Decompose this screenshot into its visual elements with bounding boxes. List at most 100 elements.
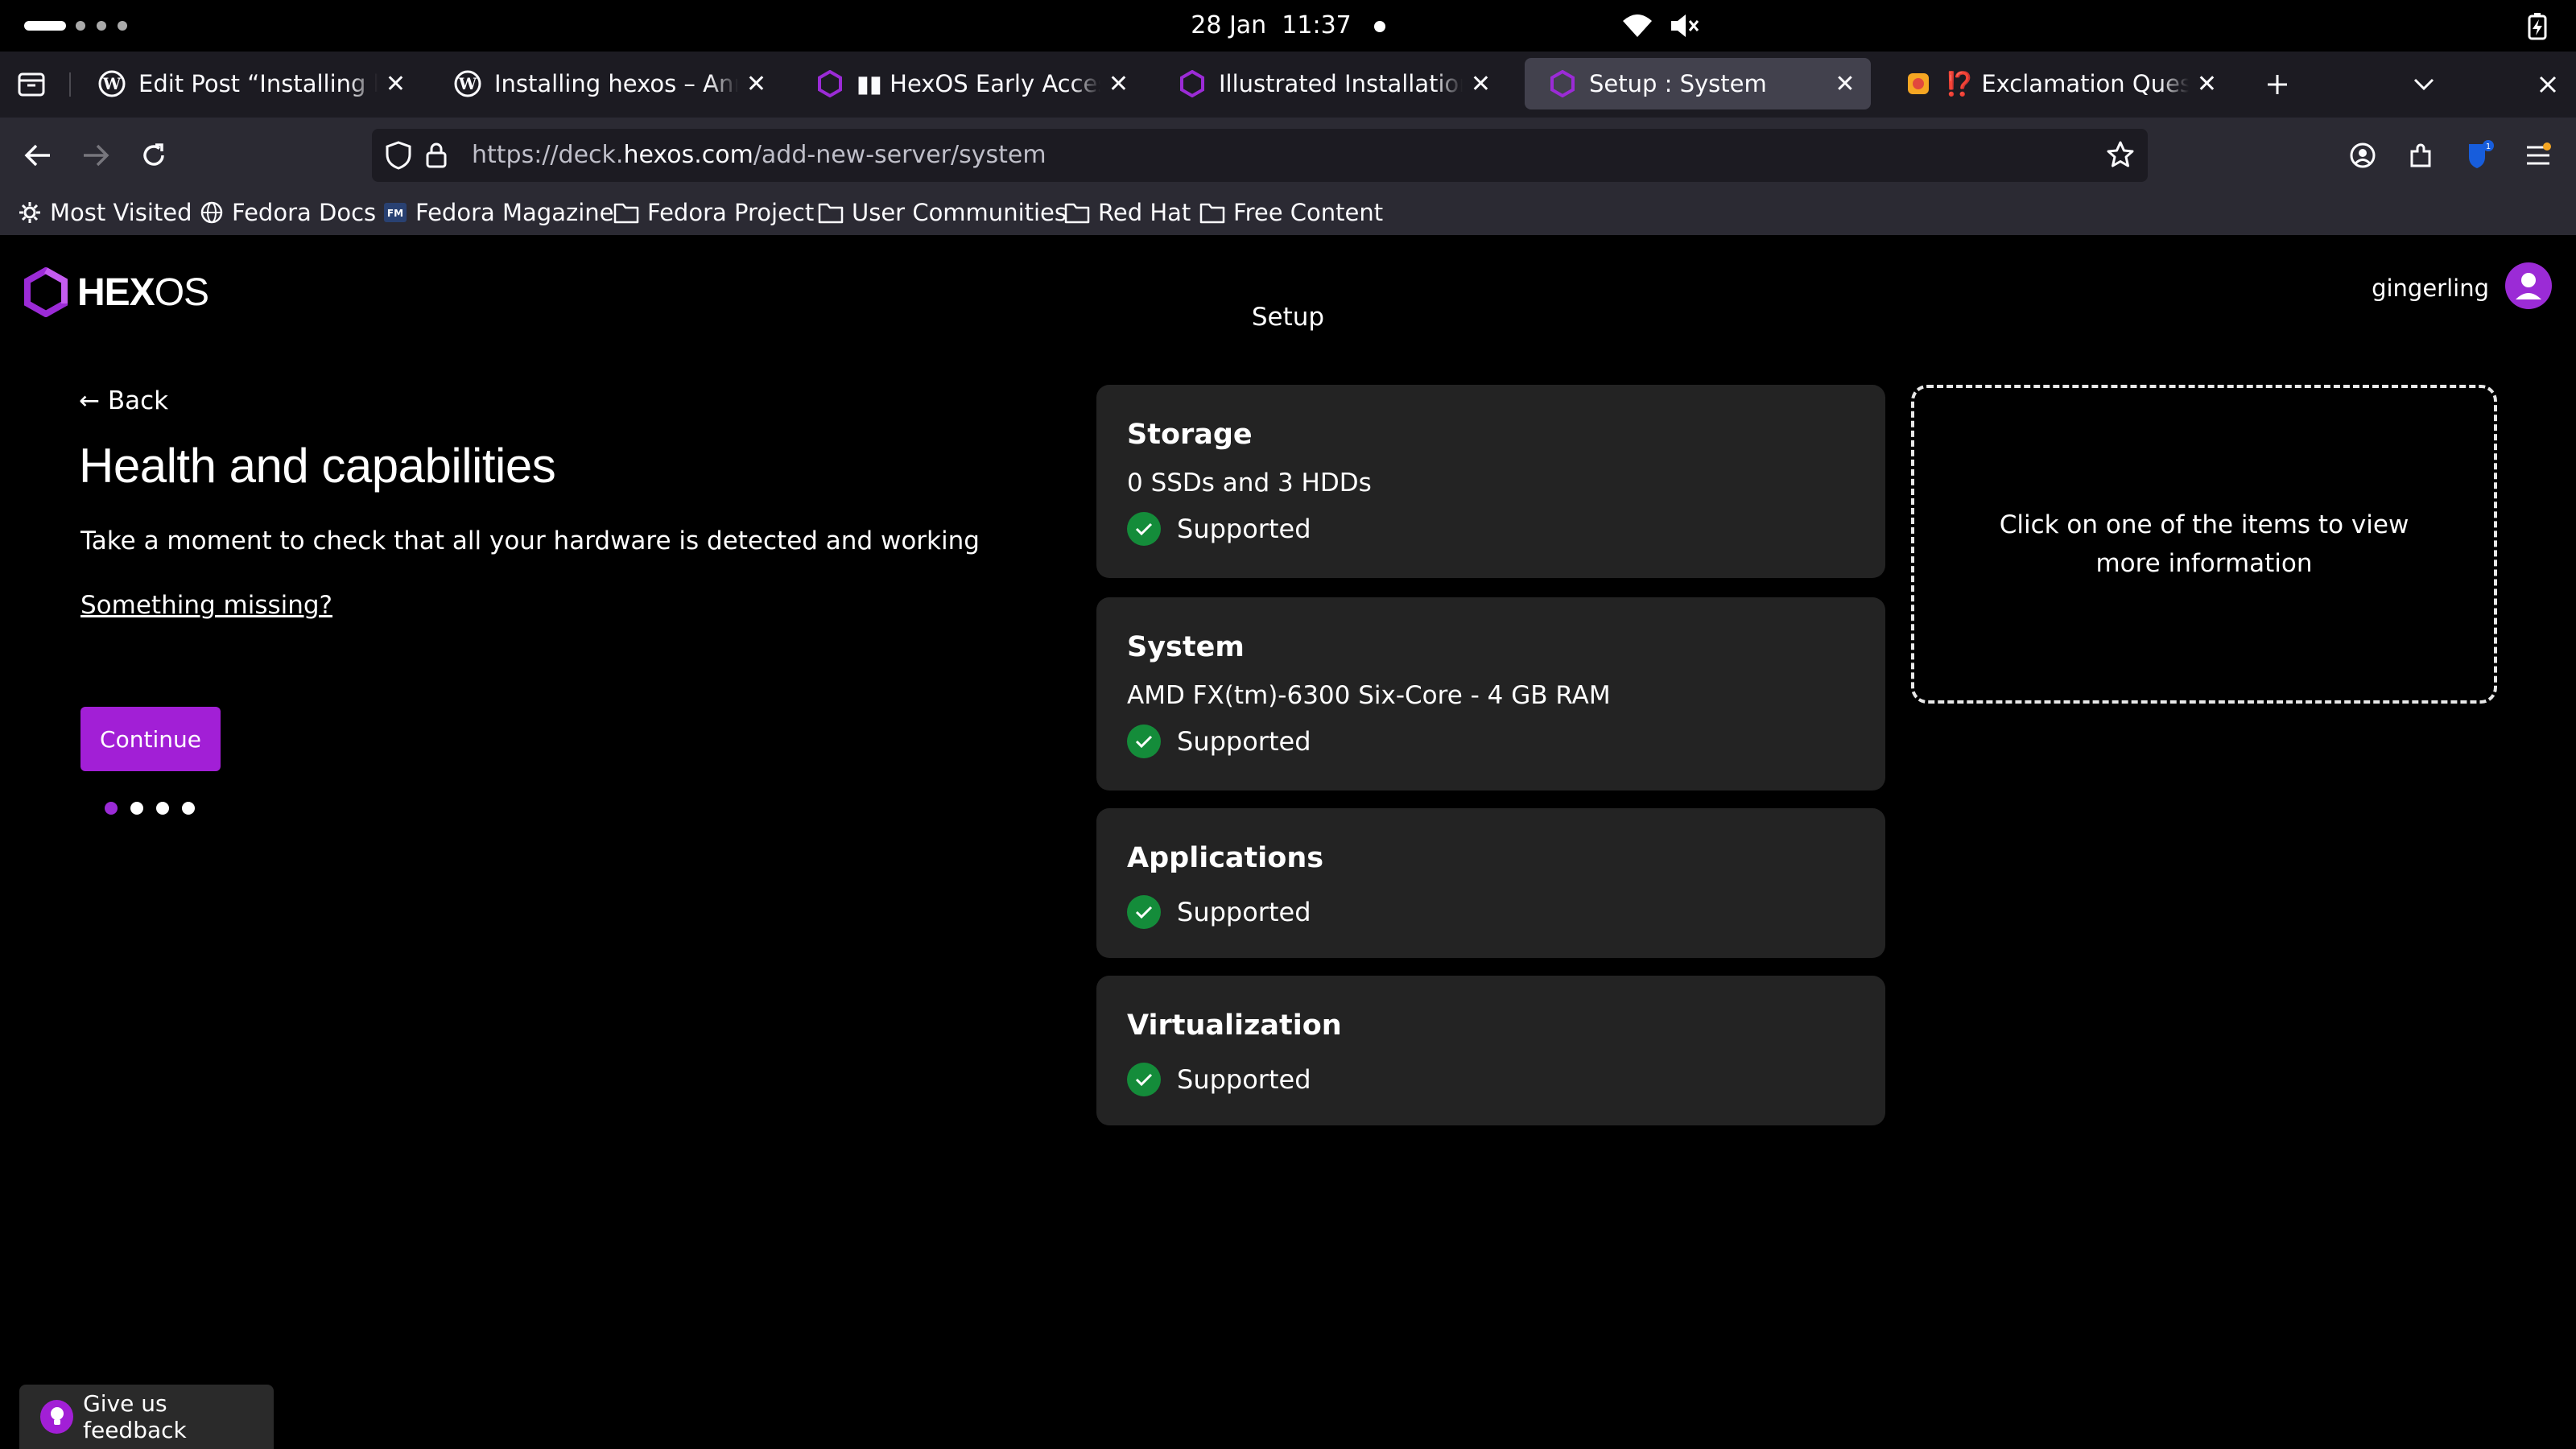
- bookmark-label: Most Visited: [50, 199, 192, 226]
- hexos-icon: [816, 70, 844, 97]
- wordpress-icon: W: [98, 70, 126, 97]
- wordpress-icon: W: [454, 70, 481, 97]
- reload-icon[interactable]: [132, 134, 175, 177]
- section-description: Take a moment to check that all your har…: [80, 526, 980, 555]
- tab-installing-hexos[interactable]: W Installing hexos – Anna F ✕: [430, 58, 781, 109]
- tab-title: Installing hexos – Anna F: [494, 70, 738, 97]
- card-title: System: [1127, 631, 1245, 663]
- avatar[interactable]: [2505, 262, 2552, 309]
- url-host: hexos.com: [623, 141, 753, 169]
- emoji-icon: [1905, 70, 1932, 97]
- status-badge: Supported: [1127, 1061, 1311, 1098]
- volume-muted-icon[interactable]: [1668, 11, 1700, 40]
- tab-edit-post[interactable]: W Edit Post “Installing hexos ✕: [74, 58, 420, 109]
- tab-title: Illustrated Installation Gu: [1219, 70, 1463, 97]
- step-indicator-dot: [182, 802, 195, 815]
- close-tab-icon[interactable]: ✕: [386, 70, 406, 98]
- close-window-icon[interactable]: [2526, 63, 2570, 106]
- bookmark-label: Fedora Magazine: [415, 199, 614, 226]
- status-text: Supported: [1177, 897, 1311, 927]
- globe-icon: [200, 201, 223, 224]
- card-title: Virtualization: [1127, 1009, 1342, 1042]
- check-icon: [1127, 1063, 1161, 1096]
- folder-icon: [1199, 203, 1225, 224]
- status-text: Supported: [1177, 726, 1311, 757]
- close-tab-icon[interactable]: ✕: [1108, 70, 1129, 98]
- hexos-icon: [1179, 70, 1206, 97]
- url-text[interactable]: https://deck.hexos.com/add-new-server/sy…: [472, 129, 1046, 182]
- tab-strip: W Edit Post “Installing hexos ✕ W Instal…: [0, 52, 2576, 118]
- storage-card[interactable]: Storage 0 SSDs and 3 HDDs Supported: [1096, 385, 1885, 578]
- back-link[interactable]: ← Back: [79, 386, 168, 415]
- section-heading: Health and capabilities: [79, 439, 556, 493]
- url-prefix: https://deck.: [472, 141, 624, 169]
- forward-arrow-icon[interactable]: [74, 134, 118, 177]
- bitwarden-extension-icon[interactable]: 1: [2457, 134, 2500, 177]
- extensions-icon[interactable]: [2399, 134, 2442, 177]
- bookmark-label: Free Content: [1233, 199, 1384, 226]
- bookmark-fedora-docs[interactable]: Fedora Docs: [200, 193, 376, 232]
- close-tab-icon[interactable]: ✕: [746, 70, 766, 98]
- bookmark-star-icon[interactable]: [2106, 140, 2135, 172]
- app-menu-icon[interactable]: [2516, 134, 2560, 177]
- tab-exclamation-question[interactable]: ⁉️ Exclamation Question ✕: [1880, 58, 2231, 109]
- bookmark-label: User Communities: [852, 199, 1067, 226]
- clock[interactable]: 28 Jan 11:37: [0, 0, 2576, 52]
- step-indicator-dot: [156, 802, 169, 815]
- lock-icon[interactable]: [425, 142, 448, 172]
- url-bar[interactable]: https://deck.hexos.com/add-new-server/sy…: [372, 129, 2148, 182]
- tab-title: ▮▮ HexOS Early Access Pr: [857, 70, 1100, 97]
- clock-date: 28 Jan: [1191, 11, 1267, 39]
- close-tab-icon[interactable]: ✕: [1834, 70, 1856, 98]
- applications-card[interactable]: Applications Supported: [1096, 808, 1885, 958]
- tab-hexos-early-access[interactable]: ▮▮ HexOS Early Access Pr ✕: [792, 58, 1143, 109]
- svg-text:1: 1: [2486, 142, 2491, 151]
- bookmark-red-hat[interactable]: Red Hat: [1064, 193, 1191, 232]
- back-arrow-icon[interactable]: [16, 134, 60, 177]
- status-badge: Supported: [1127, 894, 1311, 931]
- feedback-button[interactable]: Give us feedback: [19, 1385, 274, 1449]
- feedback-label: Give us feedback: [83, 1390, 187, 1443]
- bookmark-label: Red Hat: [1098, 199, 1191, 226]
- step-indicator-dot: [105, 802, 118, 815]
- status-badge: Supported: [1127, 510, 1311, 547]
- bookmark-user-communities[interactable]: User Communities: [818, 193, 1067, 232]
- something-missing-link[interactable]: Something missing?: [80, 591, 332, 620]
- account-icon[interactable]: [2341, 134, 2384, 177]
- system-card[interactable]: System AMD FX(tm)-6300 Six-Core - 4 GB R…: [1096, 597, 1885, 791]
- continue-button[interactable]: Continue: [80, 707, 221, 771]
- page-title: Setup: [1251, 303, 1325, 332]
- status-text: Supported: [1177, 1064, 1311, 1095]
- battery-icon[interactable]: [2524, 11, 2557, 40]
- tab-title: Setup : System: [1589, 70, 1767, 97]
- svg-text:W: W: [458, 74, 477, 93]
- info-panel-text: Click on one of the items to view more i…: [1999, 510, 2409, 578]
- username[interactable]: gingerling: [2372, 272, 2489, 304]
- bookmark-free-content[interactable]: Free Content: [1199, 193, 1383, 232]
- virtualization-card[interactable]: Virtualization Supported: [1096, 976, 1885, 1125]
- tab-setup-system[interactable]: Setup : System ✕: [1525, 58, 1871, 109]
- folder-icon: [818, 203, 844, 224]
- step-indicator-dot: [130, 802, 143, 815]
- clock-time: 11:37: [1282, 11, 1352, 39]
- bookmarks-toolbar: Most Visited Fedora Docs FM Fedora Magaz…: [0, 193, 2576, 235]
- bookmark-most-visited[interactable]: Most Visited: [18, 193, 192, 232]
- info-panel: Click on one of the items to view more i…: [1911, 385, 2497, 704]
- tab-illustrated-installation[interactable]: Illustrated Installation Gu ✕: [1154, 58, 1505, 109]
- url-path: /add-new-server/system: [753, 141, 1046, 169]
- navigation-toolbar: https://deck.hexos.com/add-new-server/sy…: [0, 118, 2576, 193]
- check-icon: [1127, 724, 1161, 758]
- new-tab-icon[interactable]: [2256, 63, 2299, 106]
- bookmark-fedora-project[interactable]: Fedora Project: [613, 193, 814, 232]
- bookmark-fedora-magazine[interactable]: FM Fedora Magazine: [383, 193, 613, 232]
- tab-overview-icon[interactable]: [10, 63, 53, 106]
- shield-icon[interactable]: [385, 140, 412, 174]
- bookmark-label: Fedora Docs: [232, 199, 377, 226]
- close-tab-icon[interactable]: ✕: [2197, 70, 2217, 98]
- card-title: Applications: [1127, 842, 1324, 874]
- gear-icon: [19, 202, 40, 223]
- user-icon: [2507, 264, 2550, 308]
- close-tab-icon[interactable]: ✕: [1471, 70, 1491, 98]
- list-all-tabs-icon[interactable]: [2402, 63, 2446, 106]
- wifi-icon[interactable]: [1621, 11, 1653, 40]
